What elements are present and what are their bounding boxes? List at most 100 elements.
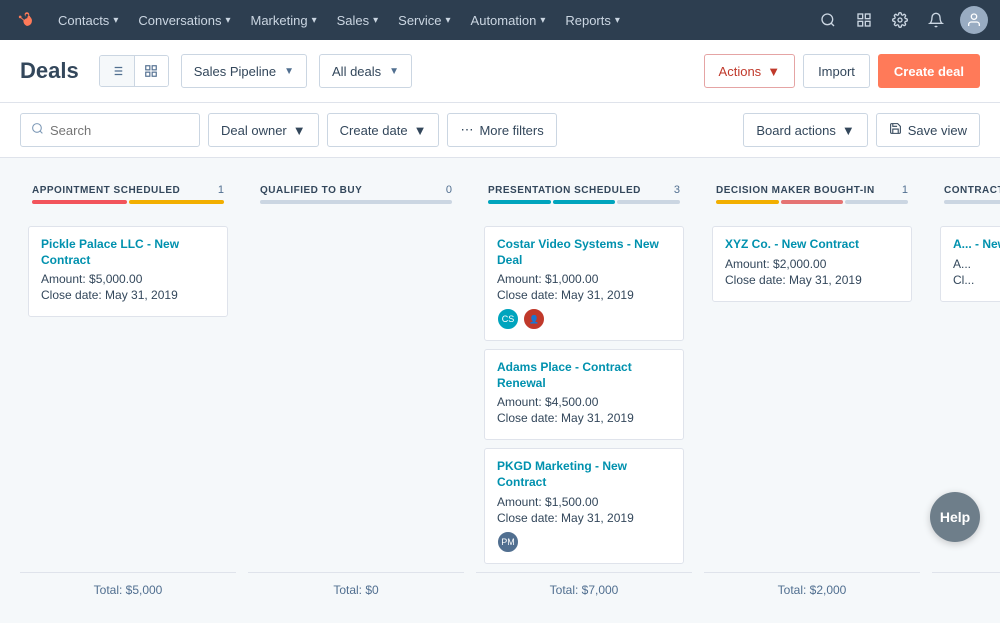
nav-item-reports[interactable]: Reports▾: [555, 0, 630, 40]
column-bar-segment: [944, 200, 1000, 204]
deal-owner-chevron-icon: ▼: [293, 123, 306, 138]
search-box[interactable]: [20, 113, 200, 147]
nav-item-sales[interactable]: Sales▾: [327, 0, 389, 40]
board-actions-button[interactable]: Board actions ▼: [743, 113, 867, 147]
column-header: PRESENTATION SCHEDULED 3: [476, 174, 692, 218]
deal-avatar: PM: [497, 531, 519, 553]
deal-avatars: PM: [497, 531, 671, 553]
column-bar-segment: [617, 200, 680, 204]
column-header: QUALIFIED TO BUY 0: [248, 174, 464, 218]
pipeline-dropdown[interactable]: Sales Pipeline ▼: [181, 54, 307, 88]
column-count: 0: [446, 184, 452, 196]
column-bar-segment: [845, 200, 908, 204]
user-avatar[interactable]: [960, 6, 988, 34]
nav-item-contacts[interactable]: Contacts▾: [48, 0, 128, 40]
nav-item-automation[interactable]: Automation▾: [461, 0, 556, 40]
board-column-presentation-scheduled: PRESENTATION SCHEDULED 3 Costar Video Sy…: [476, 174, 692, 607]
board-column-appointment-scheduled: APPOINTMENT SCHEDULED 1 Pickle Palace LL…: [20, 174, 236, 607]
column-bar-segment: [781, 200, 844, 204]
marketplace-icon[interactable]: [848, 4, 880, 36]
actions-button[interactable]: Actions ▼: [704, 54, 796, 88]
header-actions: Actions ▼ Import Create deal: [704, 54, 980, 88]
column-bar-segment: [32, 200, 127, 204]
column-bar-segment: [260, 200, 452, 204]
deal-name: A... - New Deal: [953, 237, 1000, 253]
column-bar-segment: [488, 200, 551, 204]
filter-dropdown[interactable]: All deals ▼: [319, 54, 412, 88]
column-header: CONTRACT SENT 0: [932, 174, 1000, 218]
column-bar-segment: [553, 200, 616, 204]
column-cards: Pickle Palace LLC - New Contract Amount:…: [20, 218, 236, 572]
settings-icon[interactable]: [884, 4, 916, 36]
board-column-decision-maker-bought-in: DECISION MAKER BOUGHT-IN 1 XYZ Co. - New…: [704, 174, 920, 607]
board-actions-area: Board actions ▼ Save view: [743, 113, 980, 147]
deal-avatar: CS: [497, 308, 519, 330]
column-total: Total: $7,000: [476, 572, 692, 607]
column-cards: [248, 218, 464, 572]
list-view-btn[interactable]: [100, 56, 134, 86]
column-total: Total: $5,000: [20, 572, 236, 607]
save-view-button[interactable]: Save view: [876, 113, 980, 147]
deal-close-date: Close date: May 31, 2019: [497, 411, 671, 425]
page-title: Deals: [20, 58, 79, 84]
more-filters-button[interactable]: ⋯ More filters: [447, 113, 556, 147]
column-title: QUALIFIED TO BUY: [260, 185, 362, 196]
column-count: 3: [674, 184, 680, 196]
nav-item-service[interactable]: Service▾: [388, 0, 460, 40]
board-view-btn[interactable]: [134, 56, 168, 86]
pipeline-chevron-icon: ▼: [284, 66, 294, 77]
nav-right-icons: [812, 4, 988, 36]
create-date-filter[interactable]: Create date ▼: [327, 113, 440, 147]
nav-item-conversations[interactable]: Conversations▾: [128, 0, 240, 40]
nav-chevron-icon: ▾: [312, 15, 317, 26]
nav-chevron-icon: ▾: [113, 15, 118, 26]
column-count: 1: [218, 184, 224, 196]
column-total: Total: $2,000: [704, 572, 920, 607]
import-button[interactable]: Import: [803, 54, 870, 88]
deal-owner-filter[interactable]: Deal owner ▼: [208, 113, 319, 147]
hubspot-logo[interactable]: [12, 6, 40, 34]
help-button[interactable]: Help: [930, 492, 980, 542]
column-count: 1: [902, 184, 908, 196]
deal-amount: Amount: $2,000.00: [725, 257, 899, 271]
deal-name: PKGD Marketing - New Contract: [497, 459, 671, 490]
deal-card[interactable]: A... - New Deal A... Cl...: [940, 226, 1000, 302]
column-cards: XYZ Co. - New Contract Amount: $2,000.00…: [704, 218, 920, 572]
create-deal-button[interactable]: Create deal: [878, 54, 980, 88]
column-bar-segment: [129, 200, 224, 204]
deal-amount: Amount: $4,500.00: [497, 395, 671, 409]
nav-chevron-icon: ▾: [446, 15, 451, 26]
deal-card[interactable]: Adams Place - Contract Renewal Amount: $…: [484, 349, 684, 440]
deal-amount: Amount: $5,000.00: [41, 272, 215, 286]
notifications-icon[interactable]: [920, 4, 952, 36]
filters-bar: Deal owner ▼ Create date ▼ ⋯ More filter…: [0, 103, 1000, 158]
search-nav-icon[interactable]: [812, 4, 844, 36]
search-input[interactable]: [50, 123, 189, 138]
create-date-chevron-icon: ▼: [414, 123, 427, 138]
column-title: CONTRACT SENT: [944, 185, 1000, 196]
deal-card[interactable]: XYZ Co. - New Contract Amount: $2,000.00…: [712, 226, 912, 302]
deal-amount: Amount: $1,500.00: [497, 495, 671, 509]
filter-chevron-icon: ▼: [389, 66, 399, 77]
deal-close-date: Close date: May 31, 2019: [725, 273, 899, 287]
page-header: Deals Sales Pipeline ▼ All deals ▼ Actio…: [0, 40, 1000, 103]
deal-close-date: Close date: May 31, 2019: [497, 288, 671, 302]
deal-avatars: CS👤: [497, 308, 671, 330]
board-column-contract-sent: CONTRACT SENT 0 A... - New Deal A... Cl.…: [932, 174, 1000, 607]
deal-name: XYZ Co. - New Contract: [725, 237, 899, 253]
deal-name: Pickle Palace LLC - New Contract: [41, 237, 215, 268]
actions-chevron-icon: ▼: [767, 64, 780, 79]
save-view-icon: [889, 122, 902, 138]
column-title: PRESENTATION SCHEDULED: [488, 185, 641, 196]
deal-card[interactable]: PKGD Marketing - New Contract Amount: $1…: [484, 448, 684, 563]
nav-item-marketing[interactable]: Marketing▾: [240, 0, 326, 40]
column-total: Total: $...: [932, 572, 1000, 607]
nav-chevron-icon: ▾: [615, 15, 620, 26]
column-title: APPOINTMENT SCHEDULED: [32, 185, 180, 196]
column-header: APPOINTMENT SCHEDULED 1: [20, 174, 236, 218]
column-header: DECISION MAKER BOUGHT-IN 1: [704, 174, 920, 218]
deals-board: APPOINTMENT SCHEDULED 1 Pickle Palace LL…: [0, 158, 1000, 623]
deal-card[interactable]: Costar Video Systems - New Deal Amount: …: [484, 226, 684, 341]
deal-name: Adams Place - Contract Renewal: [497, 360, 671, 391]
deal-card[interactable]: Pickle Palace LLC - New Contract Amount:…: [28, 226, 228, 317]
